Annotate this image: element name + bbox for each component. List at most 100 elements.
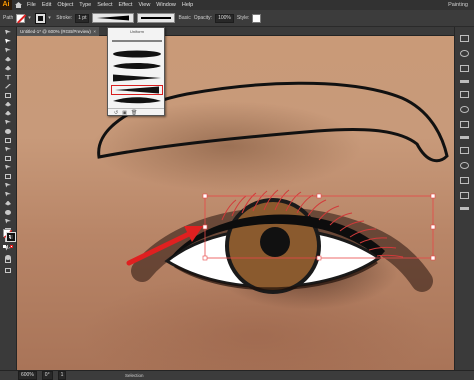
paintbrush-tool-icon[interactable] <box>2 100 14 108</box>
stroke-color-icon[interactable] <box>6 232 16 242</box>
variable-width-profile-dropdown[interactable] <box>92 13 135 23</box>
tools-panel <box>0 27 17 370</box>
stroke-panel-icon[interactable] <box>460 80 469 83</box>
gradient-tool-icon[interactable] <box>2 190 14 198</box>
stroke-weight-field[interactable]: 1 pt <box>75 13 90 23</box>
eyedropper-tool-icon[interactable] <box>2 199 14 207</box>
document-tab-title: Untitled-1* @ 600% (RGB/Preview) <box>20 29 91 34</box>
artwork-svg <box>97 81 449 294</box>
status-bar: 600% 0° 1 Selection <box>0 370 474 380</box>
zoom-level-field[interactable]: 600% <box>18 371 37 380</box>
profile-2-option[interactable] <box>111 49 163 59</box>
color-panel-icon[interactable] <box>460 50 469 57</box>
scale-tool-icon[interactable] <box>2 136 14 144</box>
rectangle-tool-icon[interactable] <box>2 91 14 99</box>
pathfinder-panel-icon[interactable] <box>460 207 469 210</box>
style-swatch[interactable] <box>252 13 262 23</box>
profile-4-option[interactable] <box>111 73 163 83</box>
menu-object[interactable]: Object <box>54 0 76 10</box>
rotate-view-field[interactable]: 0° <box>41 371 53 380</box>
profile-2-icon <box>113 50 161 58</box>
eraser-tool-icon[interactable] <box>2 118 14 126</box>
save-profile-icon[interactable]: ▣ <box>122 110 127 116</box>
menu-effect[interactable]: Effect <box>116 0 136 10</box>
color-button-icon[interactable] <box>3 245 6 248</box>
none-button-icon[interactable] <box>10 245 14 248</box>
fill-dropdown-icon[interactable]: ▾ <box>28 14 33 23</box>
mesh-tool-icon[interactable] <box>2 181 14 189</box>
color-mode-buttons <box>3 245 14 249</box>
close-tab-icon[interactable]: × <box>93 27 96 36</box>
style-label: Style: <box>236 15 250 21</box>
workspace-switcher[interactable]: Painting <box>448 2 474 8</box>
line-tool-icon[interactable] <box>2 82 14 90</box>
document-tab-bar: Untitled-1* @ 600% (RGB/Preview) × <box>17 27 454 36</box>
curvature-tool-icon[interactable] <box>2 64 14 72</box>
width-profile-menu: Uniform ↺ ▣ 🗑 <box>107 27 165 116</box>
screen-mode-icon[interactable] <box>2 266 14 274</box>
stroke-swatch[interactable] <box>35 12 47 24</box>
direct-selection-tool-icon[interactable] <box>2 37 14 45</box>
shape-builder-tool-icon[interactable] <box>2 163 14 171</box>
reset-profile-icon[interactable]: ↺ <box>114 110 118 116</box>
panel-dock <box>454 27 474 370</box>
profile-6-icon <box>113 97 161 104</box>
menu-select[interactable]: Select <box>94 0 115 10</box>
symbols-panel-icon[interactable] <box>460 177 469 184</box>
symbol-sprayer-tool-icon[interactable] <box>2 217 14 225</box>
brush-label: Basic <box>178 15 191 21</box>
profile-3-icon <box>113 63 161 69</box>
menu-bar: Ai File Edit Object Type Select Effect V… <box>0 0 474 10</box>
stroke-dropdown-icon[interactable]: ▾ <box>48 14 53 23</box>
uniform-profile-icon <box>112 40 162 42</box>
menu-file[interactable]: File <box>24 0 39 10</box>
perspective-grid-tool-icon[interactable] <box>2 172 14 180</box>
profile-5-icon <box>115 86 159 94</box>
menu-window[interactable]: Window <box>153 0 179 10</box>
document-tab[interactable]: Untitled-1* @ 600% (RGB/Preview) × <box>17 27 99 36</box>
align-panel-icon[interactable] <box>460 192 469 199</box>
fill-swatch[interactable] <box>16 13 26 23</box>
brushes-panel-icon[interactable] <box>460 91 469 98</box>
brush-definition-dropdown[interactable] <box>137 13 176 23</box>
appearance-panel-icon[interactable] <box>460 106 469 113</box>
width-tool-icon[interactable] <box>2 145 14 153</box>
menu-type[interactable]: Type <box>76 0 94 10</box>
selection-tool-icon[interactable] <box>2 28 14 36</box>
artboard-canvas[interactable] <box>17 36 454 370</box>
gradient-panel-icon[interactable] <box>460 162 469 169</box>
artboard-number-field[interactable]: 1 <box>57 371 67 380</box>
width-profile-preview-icon <box>97 15 130 21</box>
menu-view[interactable]: View <box>135 0 153 10</box>
opacity-field[interactable]: 100% <box>215 13 234 23</box>
menu-help[interactable]: Help <box>179 0 196 10</box>
home-icon[interactable] <box>12 0 24 10</box>
gradient-button-icon[interactable] <box>6 245 10 248</box>
profile-3-option[interactable] <box>111 61 163 71</box>
swatches-panel-icon[interactable] <box>460 65 469 72</box>
app-logo: Ai <box>0 0 12 10</box>
pupil-shape[interactable] <box>260 227 290 257</box>
rotate-tool-icon[interactable] <box>2 127 14 135</box>
stroke-label: Stroke: <box>56 15 73 21</box>
profile-menu-footer: ↺ ▣ 🗑 <box>108 108 164 116</box>
graphic-styles-panel-icon[interactable] <box>460 121 469 128</box>
pen-tool-icon[interactable] <box>2 55 14 63</box>
profile-uniform-option[interactable] <box>111 36 163 46</box>
pencil-tool-icon[interactable] <box>2 109 14 117</box>
delete-profile-icon[interactable]: 🗑 <box>131 110 137 116</box>
type-tool-icon[interactable] <box>2 73 14 81</box>
layers-panel-icon[interactable] <box>460 35 469 42</box>
selection-type-label: Path <box>3 15 14 21</box>
free-transform-tool-icon[interactable] <box>2 154 14 162</box>
profile-5-option[interactable] <box>111 85 163 95</box>
menu-edit[interactable]: Edit <box>39 0 54 10</box>
draw-mode-icon[interactable] <box>2 256 14 264</box>
transparency-panel-icon[interactable] <box>460 136 469 139</box>
uniform-label: Uniform <box>130 29 145 34</box>
profile-6-option[interactable] <box>111 96 163 106</box>
magic-wand-tool-icon[interactable] <box>2 46 14 54</box>
control-bar: Path ▾ ▾ Stroke: 1 pt Basic Opacity: 100… <box>0 10 474 27</box>
artboards-panel-icon[interactable] <box>460 147 469 154</box>
blend-tool-icon[interactable] <box>2 208 14 216</box>
